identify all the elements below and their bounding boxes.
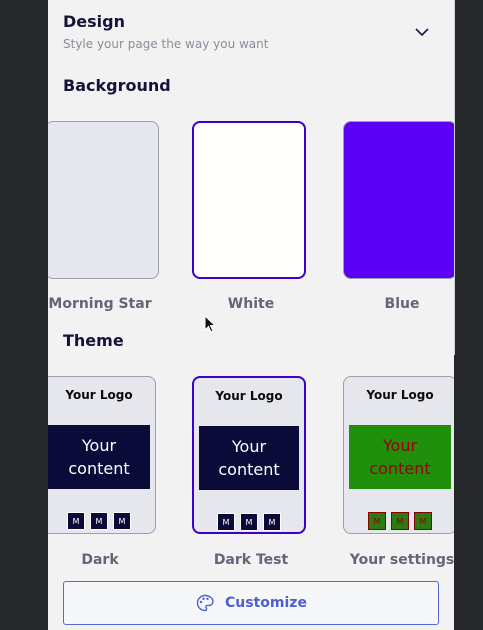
theme-section-title: Theme: [63, 331, 124, 350]
social-square: M: [240, 513, 258, 531]
theme-label-dark-test: Dark Test: [213, 552, 289, 568]
theme-logo-text: Your Logo: [215, 389, 283, 403]
theme-label-dark: Dark: [81, 552, 119, 568]
theme-option-dark-test[interactable]: Your Logo Your content M M M: [192, 376, 306, 534]
theme-label-your-settings: Your settings: [349, 552, 454, 568]
social-square: M: [263, 513, 281, 531]
social-square: M: [90, 512, 108, 530]
theme-content-preview: Your content: [199, 426, 299, 490]
social-square: M: [368, 512, 386, 530]
background-option-blue[interactable]: [343, 121, 454, 279]
social-square: M: [217, 513, 235, 531]
background-option-morning-star[interactable]: [48, 121, 159, 279]
social-square: M: [113, 512, 131, 530]
theme-social-squares: M M M: [344, 512, 454, 530]
theme-content-preview: Your content: [349, 425, 451, 489]
chevron-down-icon[interactable]: [412, 24, 432, 40]
theme-logo-text: Your Logo: [366, 388, 434, 402]
design-subtitle: Style your page the way you want: [63, 37, 269, 51]
social-square: M: [391, 512, 409, 530]
scroll-edge: [454, 0, 455, 355]
theme-option-dark[interactable]: Your Logo Your content M M M: [48, 376, 156, 534]
customize-button[interactable]: Customize: [63, 581, 439, 625]
theme-social-squares: M M M: [194, 513, 304, 531]
social-square: M: [414, 512, 432, 530]
background-label-blue: Blue: [384, 296, 420, 312]
palette-icon: [196, 594, 214, 612]
theme-social-squares: M M M: [48, 512, 155, 530]
customize-button-label: Customize: [225, 595, 307, 611]
design-panel: Design Style your page the way you want …: [48, 0, 454, 630]
background-label-white: White: [227, 296, 275, 312]
background-section-title: Background: [63, 76, 171, 95]
mouse-cursor-icon: [204, 315, 216, 333]
theme-option-your-settings[interactable]: Your Logo Your content M M M: [343, 376, 454, 534]
theme-logo-text: Your Logo: [65, 388, 133, 402]
background-label-morning-star: Morning Star: [48, 296, 152, 312]
social-square: M: [67, 512, 85, 530]
design-title: Design: [63, 12, 125, 31]
theme-content-preview: Your content: [48, 425, 150, 489]
background-option-white[interactable]: [192, 121, 306, 279]
